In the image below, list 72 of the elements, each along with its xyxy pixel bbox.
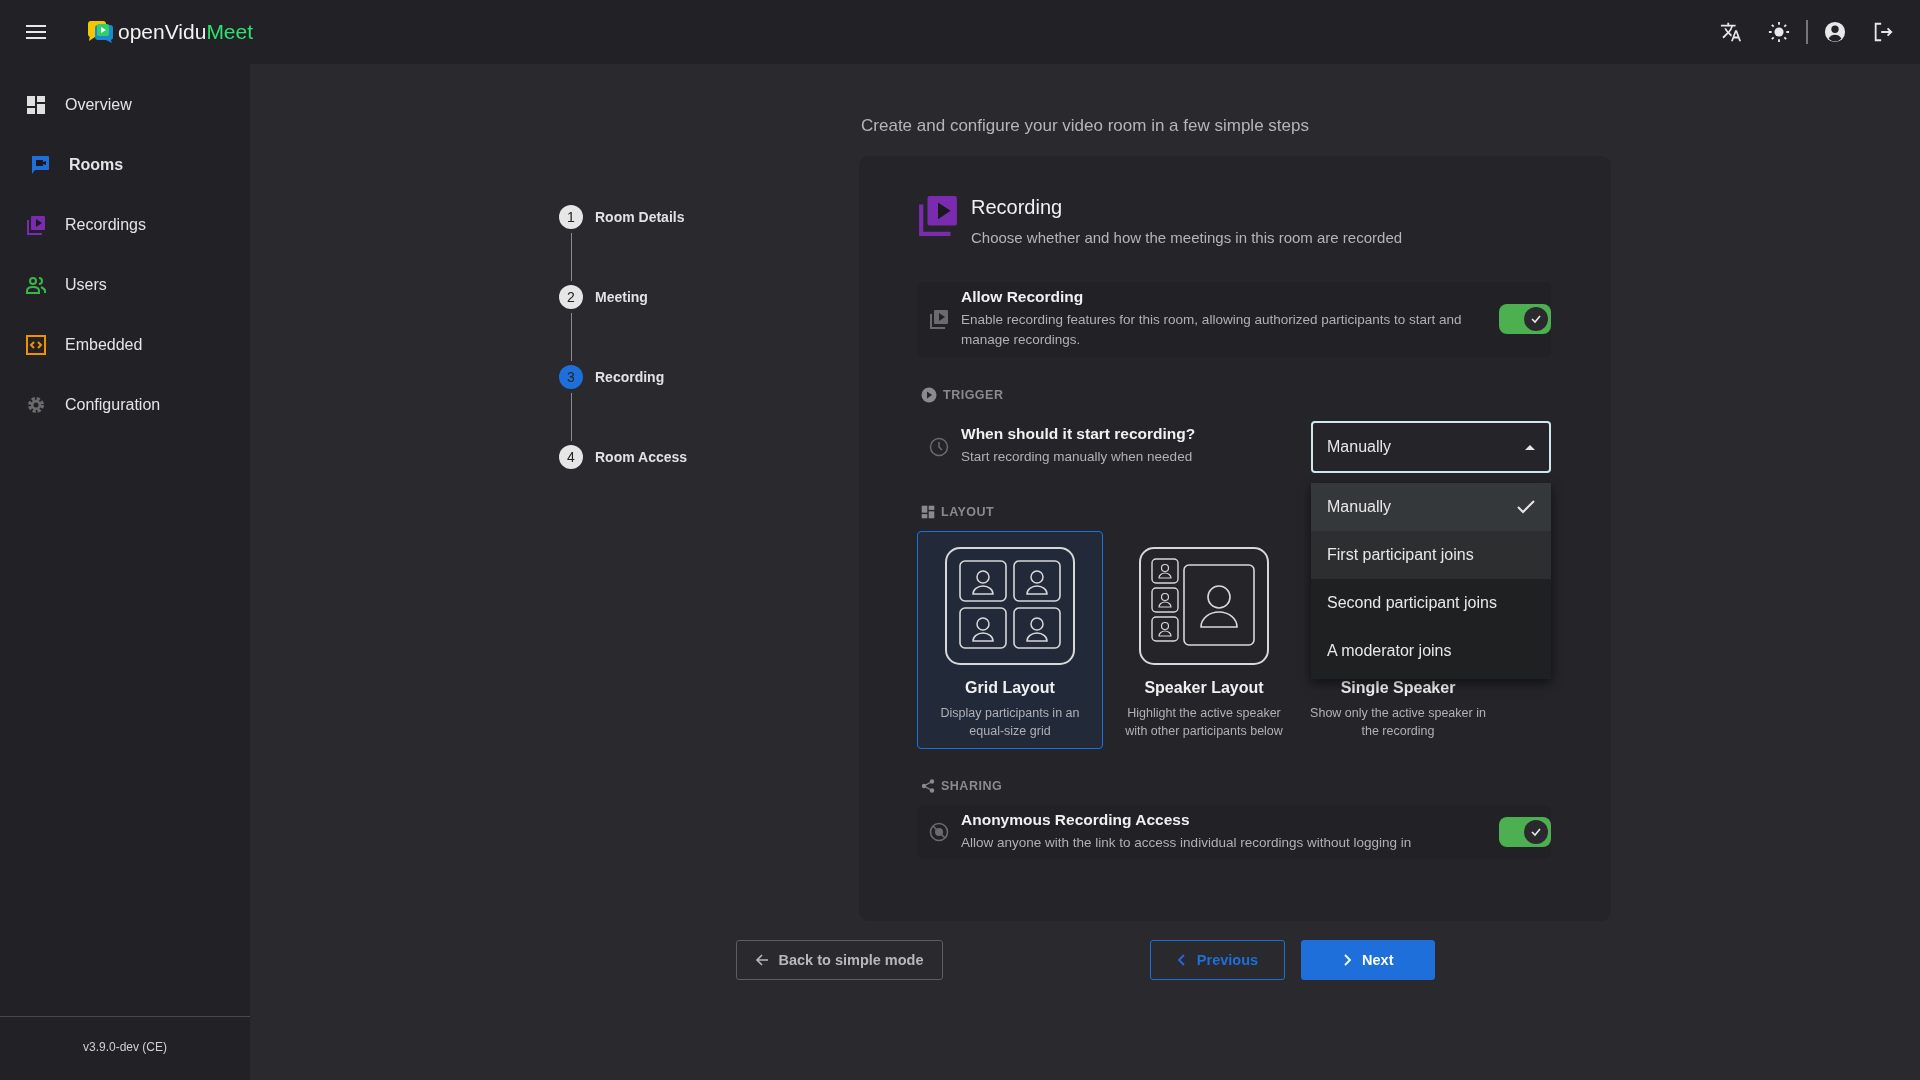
sidebar-item[interactable]: Overview (0, 75, 250, 135)
setting-description: Enable recording features for this room, allowing authorized participants to start and manage recordings. (961, 311, 1463, 350)
logout-icon[interactable] (1872, 21, 1894, 43)
toggle-switch[interactable] (1499, 304, 1551, 335)
video-library-icon (917, 194, 959, 236)
back-button[interactable]: Back to simple mode (735, 939, 943, 980)
dropdown-option[interactable]: Second participant joins (1311, 578, 1551, 627)
section-heading: LAYOUT (941, 504, 995, 519)
setting-title: When should it start recording? (961, 425, 1197, 444)
layout-option[interactable]: Grid Layout Display participants in an equal-size grid (917, 530, 1103, 749)
next-button[interactable]: Next (1301, 939, 1435, 980)
trigger-select[interactable]: Manually (1311, 420, 1551, 473)
setting-title: Allow Recording (961, 288, 1085, 306)
step-number: 4 (559, 445, 583, 469)
layout-option[interactable]: Speaker Layout Highlight the active speaker with other participants below (1111, 530, 1297, 749)
step-label[interactable]: Room Access (595, 449, 688, 465)
people-icon (26, 275, 46, 295)
dashboard-icon (921, 504, 935, 519)
caret-icon (1525, 443, 1535, 450)
step-label[interactable]: Recording (595, 369, 665, 385)
account-icon[interactable] (1824, 21, 1846, 43)
card-description: Choose whether and how the meetings in this room are recorded (971, 229, 1403, 246)
chat-icon (30, 155, 50, 175)
step-number: 3 (559, 365, 583, 389)
chevron-left-icon (1176, 953, 1187, 966)
sidebar-item[interactable]: Configuration (0, 375, 250, 435)
no-entry-icon (929, 821, 949, 842)
dropdown-option[interactable]: First participant joins (1311, 530, 1551, 579)
step-number: 2 (559, 285, 583, 309)
sidebar-item[interactable]: Embedded (0, 315, 250, 375)
dropdown-option[interactable]: Manually (1311, 482, 1551, 531)
clock-icon (929, 436, 949, 457)
logo-brand: openVidu (118, 20, 207, 43)
sidebar-item[interactable]: Recordings (0, 195, 250, 255)
settings-icon (26, 395, 46, 415)
layout-title: Grid Layout (965, 678, 1055, 697)
video-library-icon (929, 309, 949, 330)
version-label: v3.9.0-dev (CE) (0, 1016, 250, 1077)
layout-description: Highlight the active speaker with other participants below (1124, 704, 1284, 741)
grid-layout-icon (945, 546, 1075, 665)
layout-title: Single Speaker (1340, 678, 1456, 697)
logo-icon (88, 21, 114, 43)
check-icon (1517, 499, 1535, 514)
menu-icon[interactable] (26, 25, 46, 39)
brightness-icon[interactable] (1768, 21, 1790, 43)
layout-description: Display participants in an equal-size grid (939, 704, 1081, 741)
layout-description: Show only the active speaker in the recording (1309, 704, 1487, 741)
sidebar-item[interactable]: Rooms (0, 135, 250, 195)
setting-title: Anonymous Recording Access (961, 810, 1191, 829)
play-circle-icon (921, 386, 937, 403)
step-label[interactable]: Meeting (595, 289, 648, 305)
card-title: Recording (971, 196, 1064, 219)
setting-description: Allow anyone with the link to access individual recordings without logging in (961, 833, 1413, 852)
translate-icon[interactable] (1720, 21, 1742, 43)
page-subtitle: Create and configure your video room in a few simple steps (861, 116, 1309, 136)
section-heading: SHARING (941, 778, 1003, 793)
step-label[interactable]: Room Details (595, 209, 685, 225)
sidebar-item[interactable]: Users (0, 255, 250, 315)
video-library-icon (26, 215, 46, 235)
section-heading: TRIGGER (943, 387, 1004, 402)
speaker-layout-icon (1139, 546, 1269, 665)
code-icon (26, 335, 46, 355)
dashboard-icon (26, 95, 46, 115)
setting-description: Start recording manually when needed (961, 448, 1194, 467)
dropdown-option[interactable]: A moderator joins (1311, 626, 1551, 675)
arrow-left-icon (754, 952, 769, 967)
toggle-switch[interactable] (1499, 816, 1551, 847)
chevron-right-icon (1342, 953, 1353, 966)
step-number: 1 (559, 205, 583, 229)
logo-product: Meet (206, 20, 254, 43)
layout-title: Speaker Layout (1144, 678, 1264, 697)
share-icon (921, 778, 935, 793)
